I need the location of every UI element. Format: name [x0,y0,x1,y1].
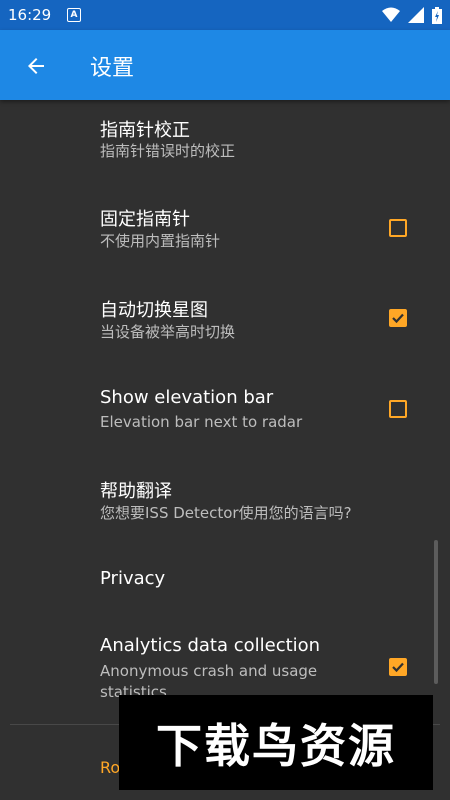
setting-title: Analytics data collection [100,635,321,656]
setting-title: 指南针校正 [100,120,190,141]
setting-help-translate[interactable]: 帮助翻译 您想要ISS Detector使用您的语言吗? [0,460,450,550]
arrow-back-icon [28,58,44,74]
status-bar: 16:29 A [0,0,450,30]
check-icon [392,313,404,324]
setting-subtitle: 不使用内置指南针 [100,232,221,250]
setting-auto-switch-skymap[interactable]: 自动切换星图 当设备被举高时切换 [0,280,450,370]
setting-privacy[interactable]: Privacy [0,550,450,610]
auto-switch-checkbox[interactable] [389,309,407,327]
fixed-compass-checkbox[interactable] [389,219,407,237]
check-icon [392,662,404,673]
setting-subtitle: 指南针错误时的校正 [100,142,236,160]
setting-title: 固定指南针 [100,209,190,230]
setting-title: Show elevation bar [100,387,274,408]
back-button[interactable] [22,52,50,80]
footer-label[interactable]: Ro [100,758,120,777]
analytics-checkbox[interactable] [389,658,407,676]
elevation-bar-checkbox[interactable] [389,400,407,418]
setting-compass-calibration[interactable]: 指南针校正 指南针错误时的校正 [0,100,450,190]
setting-title: 自动切换星图 [100,300,208,321]
setting-fixed-compass[interactable]: 固定指南针 不使用内置指南针 [0,190,450,280]
app-bar: 设置 [0,30,450,100]
battery-icon [432,6,442,24]
setting-subtitle: Elevation bar next to radar [100,413,303,431]
notification-icon: A [67,8,81,22]
status-time: 16:29 [8,6,52,24]
signal-icon [408,7,424,23]
page-title: 设置 [90,56,135,81]
setting-title: Privacy [100,568,166,589]
setting-subtitle: 您想要ISS Detector使用您的语言吗? [100,504,352,522]
watermark-banner: 下载鸟资源 [119,695,433,790]
wifi-icon [382,7,400,22]
status-icons [382,6,442,24]
setting-title: 帮助翻译 [100,481,172,502]
scrollbar[interactable] [434,540,438,684]
setting-show-elevation-bar[interactable]: Show elevation bar Elevation bar next to… [0,370,450,460]
setting-subtitle: 当设备被举高时切换 [100,323,236,341]
